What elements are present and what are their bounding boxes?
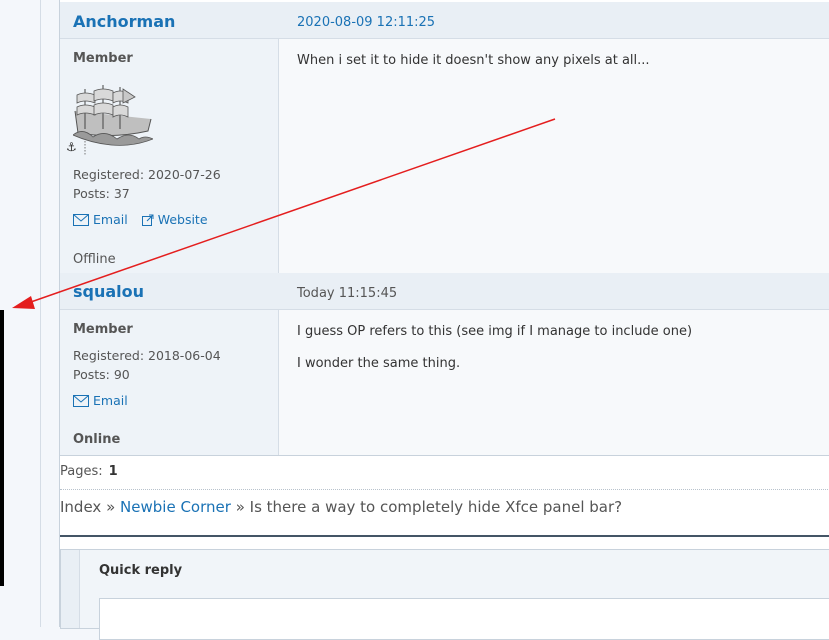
post-message-line: I wonder the same thing.	[297, 356, 461, 371]
post-message-line: I guess OP refers to this (see img if I …	[297, 324, 693, 339]
pagination: Pages: 1	[60, 464, 118, 479]
topic-content: Anchorman 2020-08-09 12:11:25 Member ⚓ R…	[59, 0, 829, 640]
author-info: Member Registered: 2018-06-04 Posts: 90 …	[60, 310, 279, 455]
online-status: Online	[73, 432, 121, 447]
quick-reply-title: Quick reply	[99, 563, 183, 578]
ship-avatar	[73, 85, 153, 155]
email-icon	[73, 213, 89, 226]
breadcrumb-separator: »	[106, 498, 116, 516]
author-name[interactable]: Anchorman	[73, 12, 175, 31]
post-date[interactable]: Today 11:15:45	[297, 286, 397, 301]
post-message: When i set it to hide it doesn't show an…	[297, 53, 650, 68]
website-link[interactable]: Website	[158, 212, 208, 227]
author-info: Member ⚓ Registered: 2020-07-26 Posts: 3…	[60, 39, 279, 273]
post-anchorman: Anchorman 2020-08-09 12:11:25 Member ⚓ R…	[60, 2, 829, 274]
author-name[interactable]: squalou	[73, 282, 144, 301]
post-date-link[interactable]: 2020-08-09 12:11:25	[297, 15, 435, 30]
left-margin	[0, 0, 41, 627]
post-body: When i set it to hide it doesn't show an…	[279, 39, 829, 273]
contact-links: Email	[73, 393, 138, 408]
post-count: Posts: 37	[73, 186, 130, 201]
quick-reply-textarea[interactable]	[99, 598, 829, 640]
post-count: Posts: 90	[73, 367, 130, 382]
breadcrumb-index[interactable]: Index	[60, 498, 101, 516]
user-title: Member	[73, 51, 133, 66]
current-page: 1	[108, 464, 118, 479]
quick-reply-inner: Quick reply	[79, 550, 829, 640]
email-link[interactable]: Email	[93, 393, 128, 408]
online-status: Offline	[73, 252, 116, 267]
email-icon	[73, 394, 89, 407]
email-link[interactable]: Email	[93, 212, 128, 227]
post-body: I guess OP refers to this (see img if I …	[279, 310, 829, 455]
post-header: squalou Today 11:15:45	[60, 273, 829, 310]
black-bar	[0, 310, 4, 586]
registered-date: Registered: 2018-06-04	[73, 348, 221, 363]
post-header: Anchorman 2020-08-09 12:11:25	[60, 2, 829, 39]
section-divider	[60, 535, 829, 537]
user-title: Member	[73, 322, 133, 337]
breadcrumb: Index » Newbie Corner » Is there a way t…	[60, 498, 622, 516]
external-link-icon	[141, 214, 154, 226]
breadcrumb-topic: Is there a way to completely hide Xfce p…	[249, 498, 623, 516]
registered-date: Registered: 2020-07-26	[73, 167, 221, 182]
anchor-icon: ⚓	[66, 140, 77, 154]
pages-label: Pages:	[60, 464, 103, 479]
contact-links: Email Website	[73, 212, 218, 227]
breadcrumb-forum-link[interactable]: Newbie Corner	[120, 498, 231, 516]
quick-reply-box: Quick reply	[60, 549, 829, 640]
divider	[60, 489, 829, 490]
post-squalou: squalou Today 11:15:45 Member Registered…	[60, 273, 829, 456]
breadcrumb-separator: »	[235, 498, 245, 516]
